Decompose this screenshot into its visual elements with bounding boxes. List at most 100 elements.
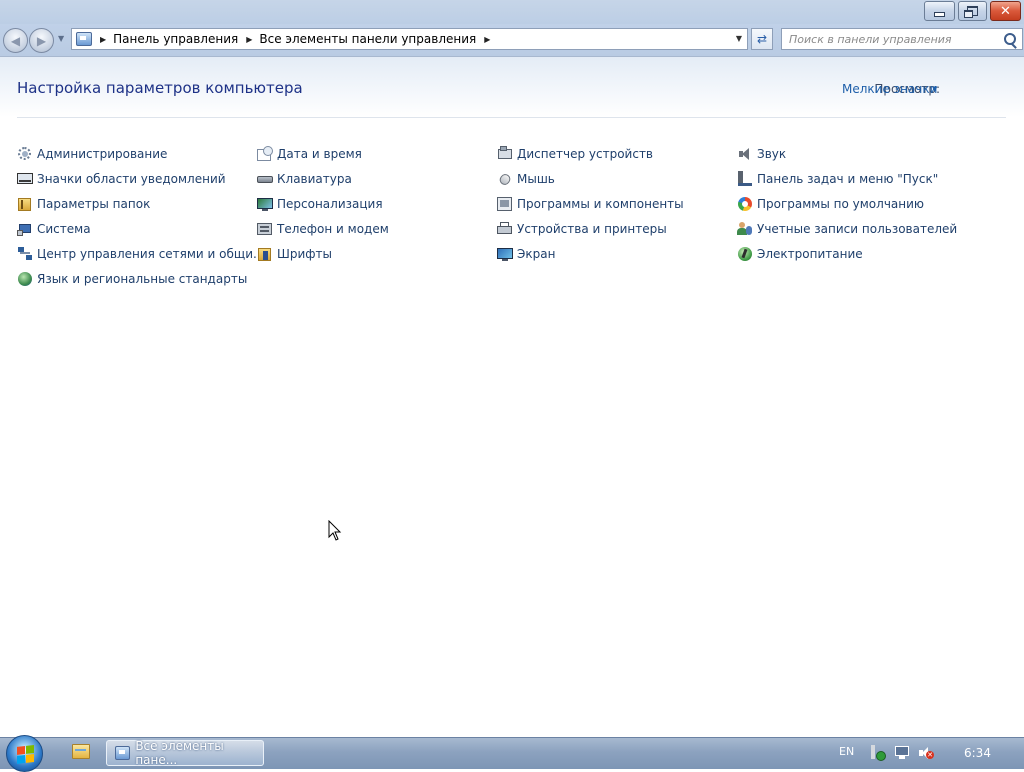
item-label: Центр управления сетями и общи... bbox=[37, 247, 265, 261]
action-center-icon[interactable] bbox=[870, 745, 886, 761]
address-history-dropdown-icon[interactable]: ▼ bbox=[736, 34, 742, 43]
item-label: Дата и время bbox=[277, 147, 362, 161]
item-administrative-tools[interactable]: Администрирование bbox=[17, 144, 167, 164]
breadcrumb-control-panel[interactable]: Панель управления bbox=[113, 32, 238, 46]
search-input[interactable] bbox=[789, 30, 994, 48]
taskbar-task-control-panel[interactable]: Все элементы пане... bbox=[106, 739, 264, 767]
minimize-icon bbox=[934, 11, 945, 17]
device-manager-icon bbox=[497, 146, 513, 162]
view-by-dropdown-arrow-icon[interactable]: ▼ bbox=[932, 85, 937, 93]
header-divider bbox=[17, 117, 1006, 118]
item-label: Персонализация bbox=[277, 197, 383, 211]
navigation-bar: ◀ ▶ ▼ ▶ Панель управления ▶ Все элементы… bbox=[0, 24, 1024, 57]
item-label: Электропитание bbox=[757, 247, 863, 261]
breadcrumb-separator-icon[interactable]: ▶ bbox=[246, 35, 252, 44]
item-label: Параметры папок bbox=[37, 197, 151, 211]
programs-features-icon bbox=[497, 196, 513, 212]
item-label: Значки области уведомлений bbox=[37, 172, 226, 186]
item-label: Телефон и модем bbox=[277, 222, 389, 236]
item-label: Администрирование bbox=[37, 147, 168, 161]
user-accounts-icon bbox=[737, 221, 753, 237]
view-by-dropdown[interactable]: Мелкие значки bbox=[842, 82, 937, 96]
volume-muted-icon[interactable]: ✕ bbox=[918, 745, 934, 761]
item-network-sharing-center[interactable]: Центр управления сетями и общи... bbox=[17, 244, 264, 264]
taskbar-task-label: Все элементы пане... bbox=[135, 739, 224, 767]
minimize-button[interactable] bbox=[924, 1, 955, 21]
breadcrumb-separator-icon[interactable]: ▶ bbox=[100, 35, 106, 44]
taskbar: Все элементы пане... EN ✕ 6:34 bbox=[0, 735, 1024, 772]
keyboard-icon bbox=[257, 171, 273, 187]
personalization-icon bbox=[257, 196, 273, 212]
breadcrumb-separator-icon[interactable]: ▶ bbox=[484, 35, 490, 44]
refresh-icon: ⇄ bbox=[756, 32, 768, 46]
search-icon[interactable] bbox=[1004, 33, 1016, 45]
explorer-pinned-icon[interactable] bbox=[72, 744, 90, 759]
close-icon: ✕ bbox=[1000, 3, 1011, 19]
item-date-time[interactable]: Дата и время bbox=[257, 144, 362, 164]
item-sound[interactable]: Звук bbox=[737, 144, 786, 164]
admin-tools-icon bbox=[17, 146, 33, 162]
control-panel-icon bbox=[115, 746, 131, 760]
item-folder-options[interactable]: Параметры папок bbox=[17, 194, 150, 214]
item-user-accounts[interactable]: Учетные записи пользователей bbox=[737, 219, 957, 239]
item-default-programs[interactable]: Программы по умолчанию bbox=[737, 194, 924, 214]
main-content: Настройка параметров компьютера Просмотр… bbox=[0, 57, 1024, 737]
restore-icon bbox=[964, 6, 978, 18]
close-button[interactable]: ✕ bbox=[990, 1, 1021, 21]
item-personalization[interactable]: Персонализация bbox=[257, 194, 383, 214]
forward-button[interactable]: ▶ bbox=[29, 28, 54, 53]
item-label: Шрифты bbox=[277, 247, 332, 261]
item-label: Программы по умолчанию bbox=[757, 197, 925, 211]
region-language-icon bbox=[17, 271, 33, 287]
item-region-language[interactable]: Язык и региональные стандарты bbox=[17, 269, 247, 289]
item-devices-printers[interactable]: Устройства и принтеры bbox=[497, 219, 667, 239]
breadcrumb-all-items[interactable]: Все элементы панели управления bbox=[259, 32, 476, 46]
back-button[interactable]: ◀ bbox=[3, 28, 28, 53]
item-label: Панель задач и меню "Пуск" bbox=[757, 172, 939, 186]
item-label: Звук bbox=[757, 147, 787, 161]
sound-icon bbox=[737, 146, 753, 162]
item-device-manager[interactable]: Диспетчер устройств bbox=[497, 144, 653, 164]
item-notification-area-icons[interactable]: Значки области уведомлений bbox=[17, 169, 226, 189]
recent-pages-dropdown[interactable]: ▼ bbox=[58, 34, 64, 43]
forward-arrow-icon: ▶ bbox=[36, 33, 47, 48]
item-programs-features[interactable]: Программы и компоненты bbox=[497, 194, 684, 214]
network-tray-icon[interactable] bbox=[894, 745, 910, 761]
item-label: Язык и региональные стандарты bbox=[37, 272, 248, 286]
item-mouse[interactable]: Мышь bbox=[497, 169, 555, 189]
mouse-cursor-icon bbox=[328, 520, 342, 541]
item-label: Программы и компоненты bbox=[517, 197, 684, 211]
search-box[interactable] bbox=[781, 28, 1023, 50]
item-fonts[interactable]: Шрифты bbox=[257, 244, 332, 264]
clock[interactable]: 6:34 bbox=[964, 746, 991, 760]
date-time-icon bbox=[257, 146, 273, 162]
start-button[interactable] bbox=[6, 735, 43, 772]
item-power-options[interactable]: Электропитание bbox=[737, 244, 863, 264]
maximize-button[interactable] bbox=[958, 1, 987, 21]
item-system[interactable]: Система bbox=[17, 219, 91, 239]
devices-printers-icon bbox=[497, 221, 513, 237]
phone-modem-icon bbox=[257, 221, 273, 237]
item-label: Диспетчер устройств bbox=[517, 147, 654, 161]
item-display[interactable]: Экран bbox=[497, 244, 555, 264]
language-indicator[interactable]: EN bbox=[839, 745, 854, 758]
item-phone-modem[interactable]: Телефон и модем bbox=[257, 219, 389, 239]
back-arrow-icon: ◀ bbox=[10, 33, 21, 48]
item-keyboard[interactable]: Клавиатура bbox=[257, 169, 352, 189]
taskbar-start-menu-icon bbox=[737, 171, 753, 187]
refresh-button[interactable]: ⇄ bbox=[751, 28, 773, 50]
caption-buttons: ✕ bbox=[921, 1, 1021, 21]
power-options-icon bbox=[737, 246, 753, 262]
item-label: Экран bbox=[517, 247, 556, 261]
item-label: Мышь bbox=[517, 172, 555, 186]
system-icon bbox=[17, 221, 33, 237]
item-label: Система bbox=[37, 222, 91, 236]
folder-options-icon bbox=[17, 196, 33, 212]
address-bar[interactable]: ▶ Панель управления ▶ Все элементы панел… bbox=[71, 28, 748, 50]
window-title-bar[interactable]: ✕ bbox=[0, 0, 1024, 24]
page-title: Настройка параметров компьютера bbox=[17, 79, 303, 97]
mouse-icon bbox=[497, 171, 513, 187]
default-programs-icon bbox=[737, 196, 753, 212]
notification-icons-icon bbox=[17, 171, 33, 187]
item-taskbar-start-menu[interactable]: Панель задач и меню "Пуск" bbox=[737, 169, 938, 189]
